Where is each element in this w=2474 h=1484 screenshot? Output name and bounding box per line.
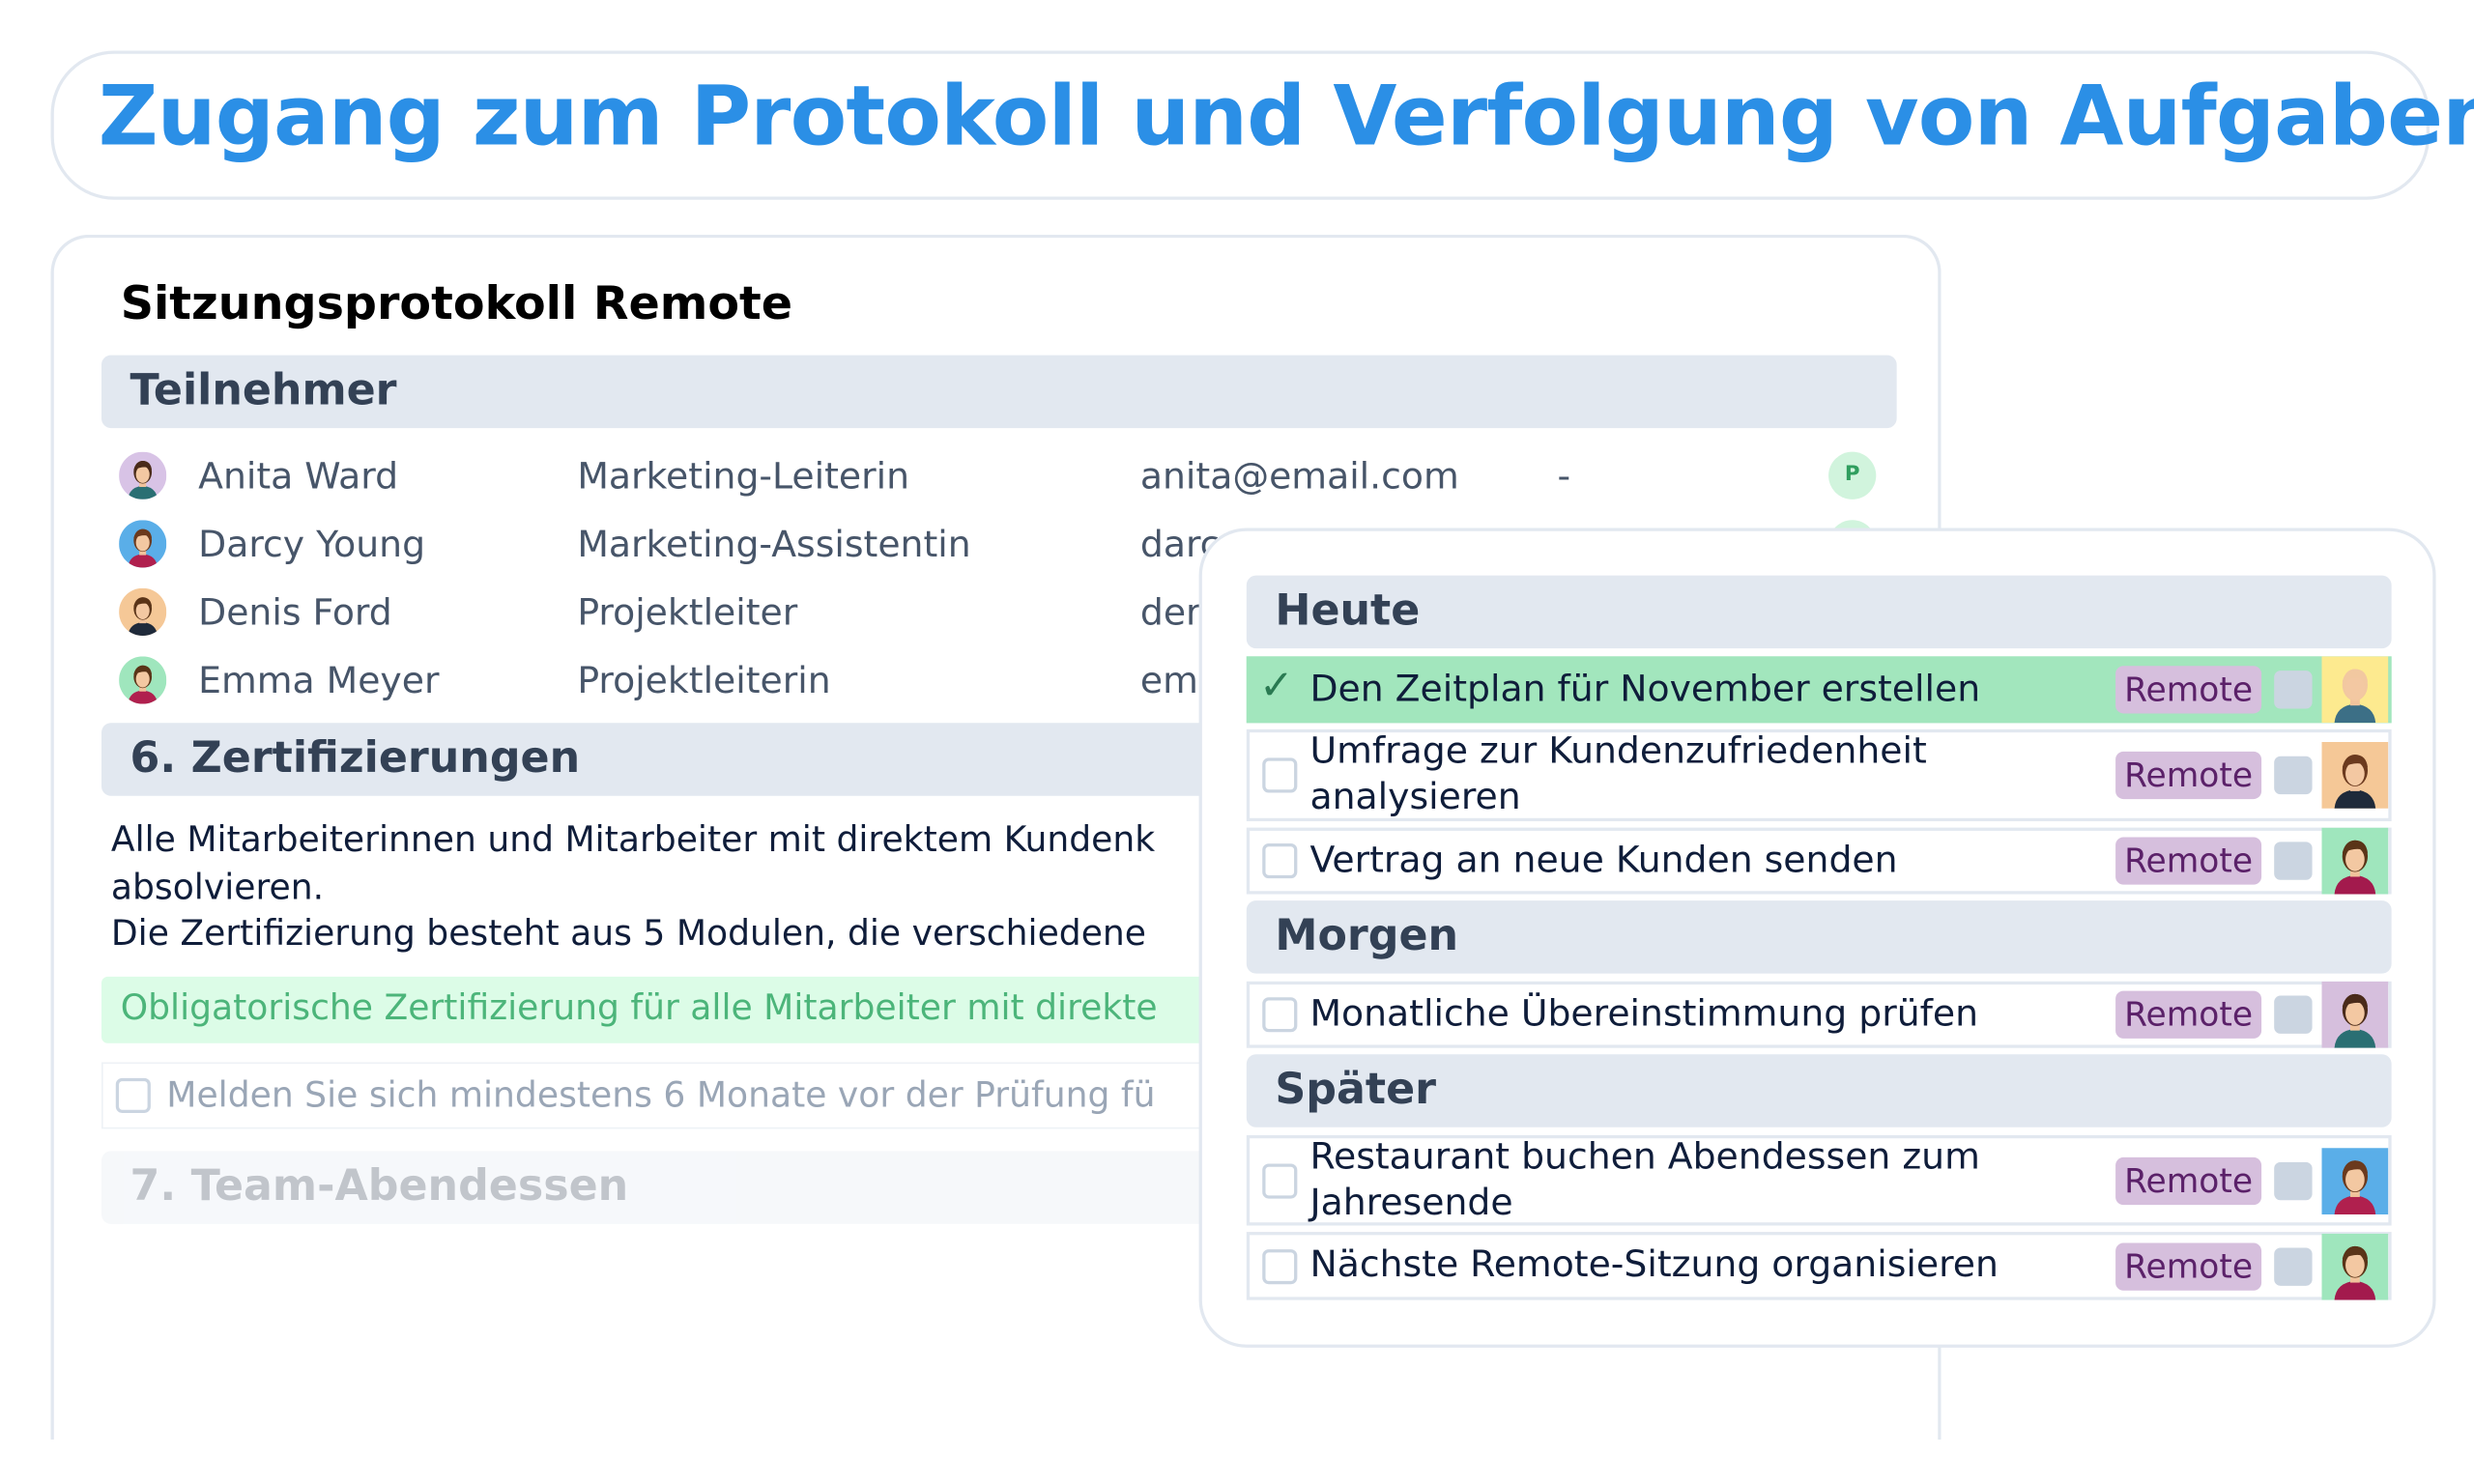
assignee-avatar[interactable] [2321, 656, 2389, 724]
task-text: Restaurant buchen Abendessen zum Jahrese… [1309, 1135, 1980, 1224]
task-tracker-panel: Heute ✓ Den Zeitplan für November erstelle… [1198, 528, 2436, 1348]
tag-badge[interactable]: Remote [2115, 666, 2262, 714]
task-checkbox[interactable] [1262, 843, 1298, 879]
participant-name: Darcy Young [198, 525, 426, 566]
task-text: Monatliche Übereinstimmung prüfen [1309, 993, 1979, 1035]
checkmark-icon[interactable]: ✓ [1259, 663, 1294, 710]
avatar [119, 587, 167, 637]
task-text: Nächste Remote-Sitzung organisieren [1309, 1244, 1999, 1286]
task-checkbox[interactable] [1262, 757, 1298, 793]
status-box[interactable] [2274, 671, 2313, 709]
avatar [119, 451, 167, 499]
task-item[interactable]: ✓ Den Zeitplan für November erstellen Rem… [1246, 656, 2392, 724]
task-item[interactable]: Nächste Remote-Sitzung organisieren Remo… [1246, 1232, 2392, 1300]
task-item[interactable]: Vertrag an neue Kunden senden Remote [1246, 827, 2392, 895]
participant-name: Denis Ford [198, 592, 392, 635]
avatar [119, 520, 167, 568]
status-box[interactable] [2274, 1246, 2313, 1286]
assignee-avatar[interactable] [2321, 981, 2389, 1048]
tag-badge[interactable]: Remote [2115, 990, 2262, 1039]
task-item[interactable]: Restaurant buchen Abendessen zum Jahrese… [1246, 1134, 2392, 1226]
avatar [119, 656, 167, 704]
participant-name: Anita Ward [198, 456, 399, 499]
assignee-avatar[interactable] [2321, 741, 2389, 809]
participant-email[interactable]: em [1140, 661, 1198, 702]
status-box[interactable] [2274, 756, 2313, 795]
status-box[interactable] [2274, 1161, 2313, 1200]
paragraph-line: absolvieren. [110, 868, 325, 908]
checkbox[interactable] [115, 1077, 151, 1113]
task-text: Umfrage zur Kundenzufriedenheit analysie… [1309, 730, 1927, 818]
status-box[interactable] [2274, 995, 2313, 1034]
participant-role: Marketing-Assistentin [577, 525, 971, 566]
participant-email[interactable]: der [1140, 593, 1201, 635]
page-title: Zugang zum Protokoll und Verfolgung von … [98, 70, 2474, 165]
participant-role: Marketing-Leiterin [577, 456, 910, 499]
status-box[interactable] [2274, 842, 2313, 880]
participant-email[interactable]: anita@email.com [1140, 457, 1459, 499]
task-checkbox[interactable] [1262, 1162, 1298, 1198]
paragraph-line: Die Zertifizierung besteht aus 5 Modulen… [110, 914, 1147, 955]
task-group-heading: Später [1246, 1054, 2392, 1127]
certifications-paragraph: Alle Mitarbeiterinnen und Mitarbeiter mi… [111, 818, 1155, 958]
participant-role: Projektleiterin [577, 661, 831, 702]
participant-name: Emma Meyer [198, 661, 440, 702]
task-text: Vertrag an neue Kunden senden [1309, 839, 1898, 881]
document-title: Sitzungsprotokoll Remote [120, 275, 793, 330]
tag-badge[interactable]: Remote [2115, 1241, 2262, 1290]
tag-badge[interactable]: Remote [2115, 1156, 2262, 1205]
presence-badge: P [1828, 451, 1877, 499]
assignee-avatar[interactable] [2321, 1232, 2389, 1299]
task-checkbox[interactable] [1262, 1248, 1298, 1284]
task-text: Den Zeitplan für November erstellen [1309, 668, 1981, 710]
task-group-heading: Morgen [1246, 900, 2392, 974]
participant-extra: - [1557, 456, 1571, 499]
tag-badge[interactable]: Remote [2115, 837, 2262, 885]
assignee-avatar[interactable] [2321, 827, 2389, 895]
task-item[interactable]: Monatliche Übereinstimmung prüfen Remote [1246, 981, 2392, 1048]
paragraph-line: Alle Mitarbeiterinnen und Mitarbeiter mi… [110, 821, 1156, 862]
participant-row: Anita Ward Marketing-Leiterin anita@emai… [54, 447, 1939, 511]
task-item[interactable]: Umfrage zur Kundenzufriedenheit analysie… [1246, 728, 2392, 822]
participant-role: Projektleiter [577, 592, 798, 635]
todo-text: Melden Sie sich mindestens 6 Monate vor … [166, 1076, 1156, 1117]
participants-heading: Teilnehmer [101, 355, 1897, 429]
assignee-avatar[interactable] [2321, 1147, 2389, 1214]
tag-badge[interactable]: Remote [2115, 751, 2262, 800]
task-group-heading: Heute [1246, 575, 2392, 649]
task-checkbox[interactable] [1262, 997, 1298, 1033]
